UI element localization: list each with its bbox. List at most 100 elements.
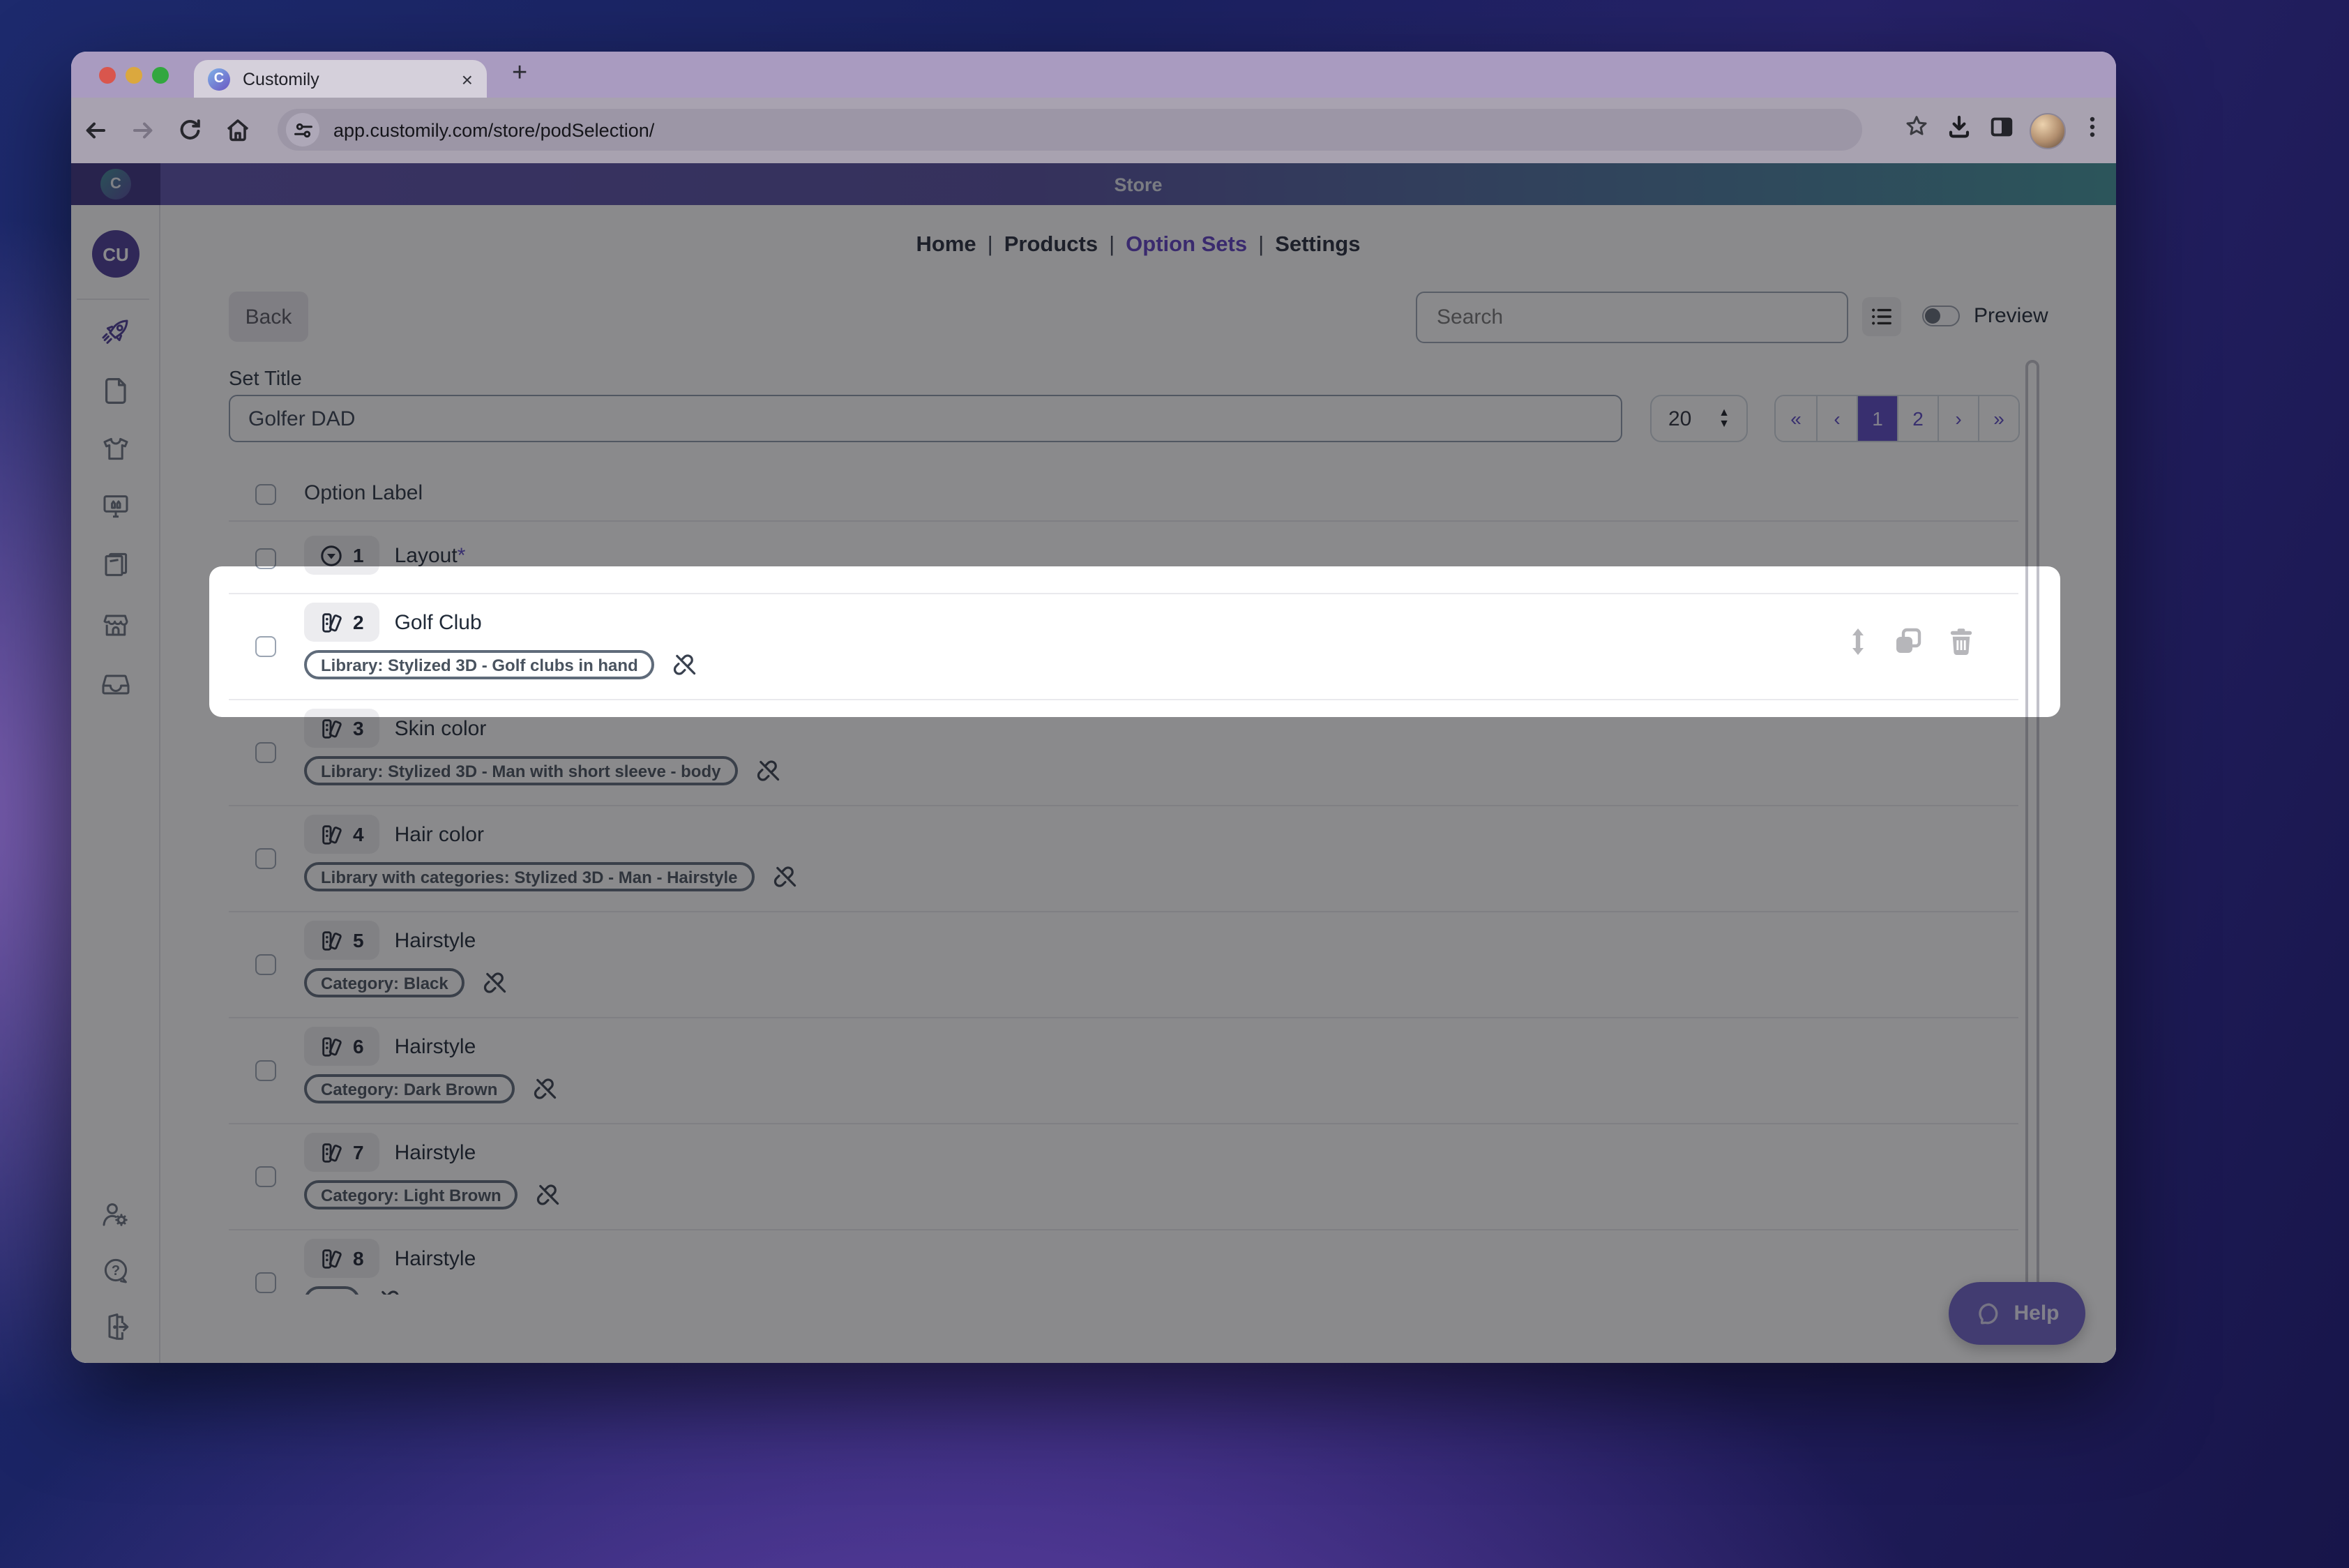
swatch-icon	[319, 610, 343, 634]
logout-icon[interactable]	[100, 1311, 131, 1342]
bookmark-star-icon[interactable]	[1903, 113, 1931, 148]
swatch-icon	[319, 1034, 343, 1058]
duplicate-icon[interactable]	[1894, 628, 1922, 656]
table-row: 1Layout*	[229, 520, 2018, 593]
page-viewport: C Store CU	[71, 163, 2116, 1363]
list-view-button[interactable]	[1862, 297, 1901, 336]
inbox-icon[interactable]	[100, 668, 131, 699]
set-title-input[interactable]	[229, 395, 1622, 442]
unlink-icon[interactable]	[532, 1076, 559, 1102]
row-checkbox[interactable]	[255, 636, 276, 657]
menu-dots-icon[interactable]	[2080, 114, 2105, 146]
page-button-2[interactable]: 2	[1897, 396, 1938, 441]
tab-title: Customily	[243, 69, 462, 89]
home-icon[interactable]	[213, 116, 261, 145]
row-checkbox[interactable]	[255, 742, 276, 763]
option-rows: 1Layout*2Golf ClubLibrary: Stylized 3D -…	[229, 520, 2018, 1295]
option-number: 6	[353, 1035, 364, 1057]
browser-tab-strip: C Customily × +	[71, 52, 2116, 98]
help-bubble-icon[interactable]: ?	[100, 1256, 131, 1286]
unlink-icon[interactable]	[378, 1288, 405, 1295]
site-settings-icon[interactable]	[286, 113, 319, 146]
store-avatar[interactable]: CU	[92, 230, 139, 278]
unlink-icon[interactable]	[673, 651, 700, 678]
forward-icon[interactable]	[119, 116, 166, 145]
unlink-icon[interactable]	[536, 1182, 563, 1208]
nav-separator: |	[976, 233, 1004, 257]
page-button-‹[interactable]: ‹	[1816, 396, 1857, 441]
profile-avatar[interactable]	[2030, 112, 2066, 149]
row-checkbox[interactable]	[255, 548, 276, 569]
minimize-window-button[interactable]	[126, 67, 142, 84]
page-button-›[interactable]: ›	[1938, 396, 1978, 441]
option-table: Option Label 1Layout*2Golf ClubLibrary: …	[229, 470, 2018, 1295]
download-icon[interactable]	[1944, 112, 1974, 149]
option-number: 7	[353, 1141, 364, 1163]
nav-link-home[interactable]: Home	[916, 233, 976, 257]
back-icon[interactable]	[71, 116, 119, 145]
row-checkbox[interactable]	[255, 954, 276, 975]
page-scrollbar[interactable]	[2025, 360, 2039, 1297]
customily-logo-icon: C	[100, 169, 131, 199]
file-icon[interactable]	[100, 375, 131, 406]
browser-tab[interactable]: C Customily ×	[194, 60, 487, 98]
delete-icon[interactable]	[1949, 628, 1974, 656]
page-button-1[interactable]: 1	[1857, 396, 1897, 441]
row-checkbox[interactable]	[255, 1166, 276, 1187]
maximize-window-button[interactable]	[152, 67, 169, 84]
swatch-icon	[319, 822, 343, 846]
table-row: 6HairstyleCategory: Dark Brown	[229, 1017, 2018, 1123]
close-window-button[interactable]	[99, 67, 116, 84]
preview-toggle[interactable]	[1922, 306, 1960, 326]
preview-label: Preview	[1974, 292, 2048, 342]
option-number: 1	[353, 544, 364, 566]
rocket-icon[interactable]	[100, 317, 131, 347]
page-button-»[interactable]: »	[1978, 396, 2018, 441]
main-nav: Home|Products|Option Sets|Settings	[160, 233, 2116, 258]
select-all-checkbox[interactable]	[255, 484, 276, 505]
option-number: 5	[353, 929, 364, 951]
unlink-icon[interactable]	[483, 970, 510, 996]
new-tab-button[interactable]: +	[512, 59, 527, 89]
page-title: Store	[1114, 174, 1162, 195]
option-number: 8	[353, 1247, 364, 1269]
option-title: Skin color	[395, 716, 487, 740]
account-settings-icon[interactable]	[100, 1200, 131, 1230]
back-button[interactable]: Back	[229, 292, 308, 342]
nav-link-settings[interactable]: Settings	[1275, 233, 1360, 257]
option-source-badge	[304, 1286, 360, 1295]
sidebar-divider	[77, 299, 149, 300]
option-source-badge: Library with categories: Stylized 3D - M…	[304, 862, 755, 891]
table-row: 2Golf ClubLibrary: Stylized 3D - Golf cl…	[229, 593, 2018, 699]
shirt-icon[interactable]	[100, 434, 131, 465]
row-checkbox[interactable]	[255, 1272, 276, 1293]
chat-bubble-icon	[1974, 1299, 2002, 1327]
row-checkbox[interactable]	[255, 1060, 276, 1081]
option-source-badge: Library: Stylized 3D - Man with short sl…	[304, 756, 737, 785]
store-icon[interactable]	[100, 610, 131, 640]
unlink-icon[interactable]	[773, 864, 799, 890]
search-input[interactable]	[1416, 292, 1848, 343]
nav-link-products[interactable]: Products	[1004, 233, 1098, 257]
row-checkbox[interactable]	[255, 848, 276, 869]
nav-link-option-sets[interactable]: Option Sets	[1126, 233, 1247, 257]
swatch-icon	[319, 716, 343, 740]
option-number-chip: 1	[304, 536, 379, 575]
page-size-select[interactable]: 20 ▲▼	[1650, 395, 1748, 442]
window-controls	[99, 67, 169, 84]
page-button-«[interactable]: «	[1776, 396, 1816, 441]
option-title: Hairstyle	[395, 1246, 476, 1270]
option-label-header: Option Label	[304, 481, 423, 505]
option-number: 3	[353, 717, 364, 739]
reorder-icon[interactable]	[1848, 628, 1868, 656]
help-button[interactable]: Help	[1949, 1282, 2085, 1345]
close-tab-icon[interactable]: ×	[462, 69, 473, 89]
option-title: Hairstyle	[395, 1140, 476, 1164]
url-bar[interactable]: app.customily.com/store/podSelection/	[278, 109, 1862, 151]
option-title: Hairstyle	[395, 1034, 476, 1058]
design-monitor-icon[interactable]	[100, 491, 131, 522]
pages-icon[interactable]	[100, 550, 131, 580]
unlink-icon[interactable]	[755, 757, 782, 784]
reload-icon[interactable]	[166, 116, 213, 144]
side-panel-icon[interactable]	[1988, 113, 2016, 148]
